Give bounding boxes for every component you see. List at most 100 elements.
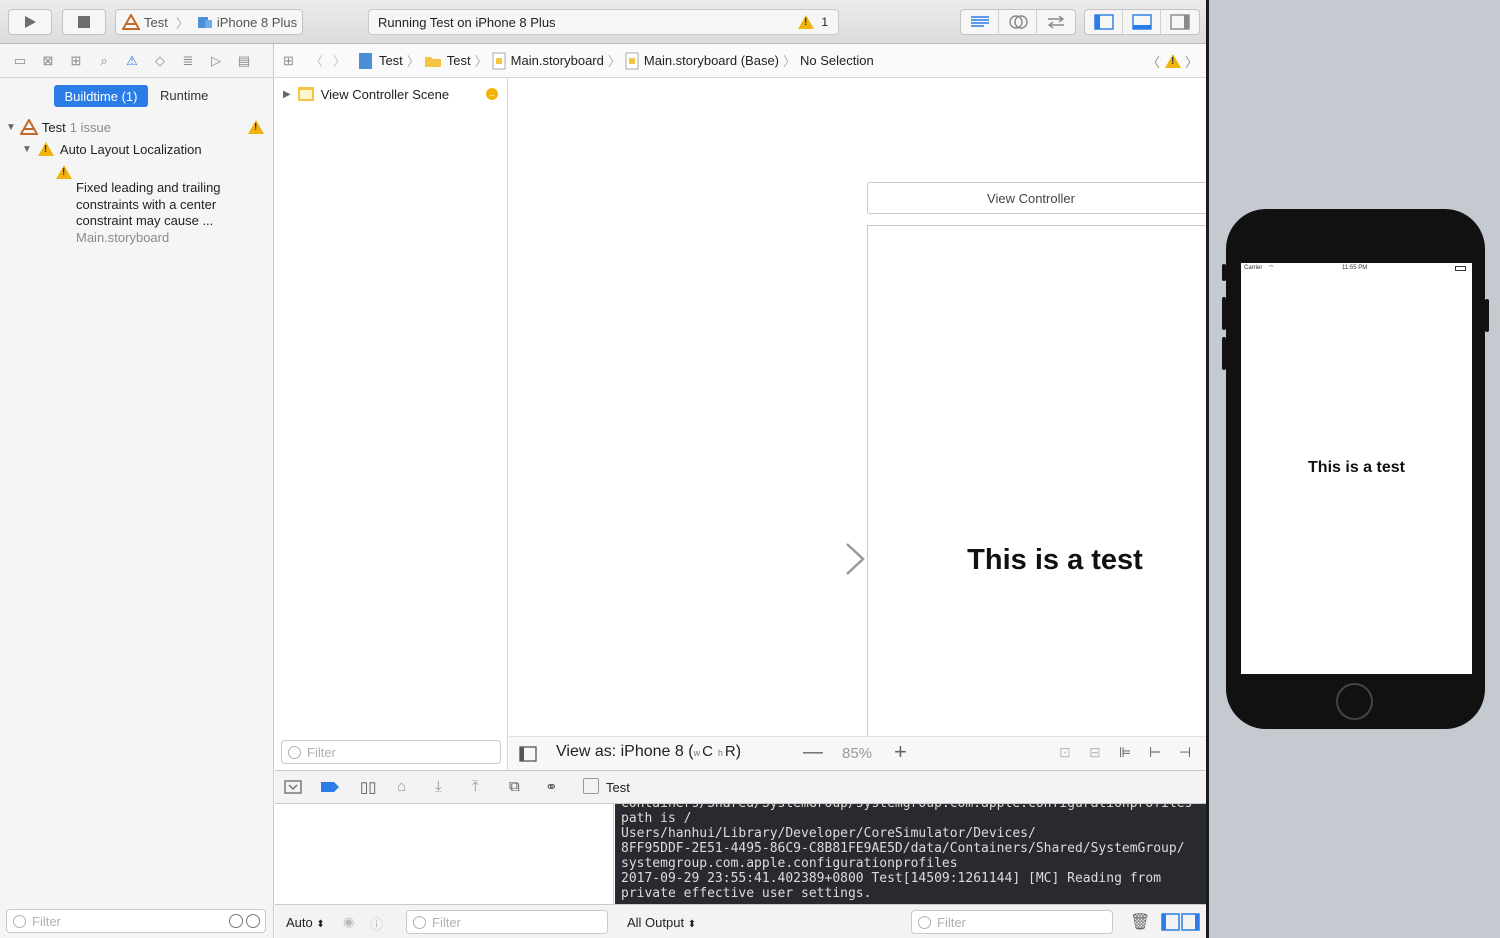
window-divider xyxy=(1206,0,1209,938)
issue-item[interactable]: Fixed leading and trailing constraints w… xyxy=(56,163,256,246)
chevron-right-icon: 〉 xyxy=(406,54,420,69)
toggle-utilities-button[interactable] xyxy=(1161,10,1199,34)
view-controller-view[interactable]: This is a test xyxy=(867,225,1208,736)
zoom-in-button[interactable]: + xyxy=(894,739,907,765)
breadcrumb-selection[interactable]: No Selection xyxy=(800,53,874,68)
warning-icon[interactable] xyxy=(1165,54,1181,68)
breadcrumb-storyboard[interactable]: Main.storyboard xyxy=(511,53,604,68)
storyboard-canvas[interactable]: View Controller This is a test xyxy=(509,78,1208,736)
breadcrumb-group[interactable]: Test xyxy=(447,53,471,68)
auto-selector[interactable]: Auto ⬍ xyxy=(286,915,325,930)
align-icon[interactable]: ⊫ xyxy=(1119,744,1131,761)
step-into-icon[interactable]: ⤓ xyxy=(435,778,442,795)
console-output[interactable]: Containers/Shared/SystemGroup/systemgrou… xyxy=(615,804,1208,904)
chevron-right-icon: 〉 xyxy=(607,54,621,69)
assistant-editor-button[interactable] xyxy=(999,10,1037,34)
stop-button[interactable] xyxy=(62,9,106,35)
toggle-navigator-button[interactable] xyxy=(1085,10,1123,34)
split-view-toggle-icon[interactable] xyxy=(1161,913,1201,931)
breakpoint-icon[interactable]: ▷ xyxy=(206,51,226,71)
debug-footer: Auto ⬍ ◉ ⓘ Filter All Output ⬍ Filter 🗑 xyxy=(275,904,1208,938)
view-controller-titlebar[interactable]: View Controller xyxy=(867,182,1208,214)
left-panel-icon xyxy=(1093,14,1114,30)
step-out-icon[interactable]: ⤒ xyxy=(472,778,479,795)
storyboard-file-icon xyxy=(625,52,639,69)
forward-arrow-icon[interactable]: 〉 xyxy=(333,51,346,70)
pause-icon[interactable]: ▯▯ xyxy=(360,778,377,796)
step-over-icon[interactable]: ⌂ xyxy=(397,778,406,795)
scene-row[interactable]: ▶ View Controller Scene → xyxy=(283,85,503,103)
filter-placeholder: Filter xyxy=(937,914,966,930)
panel-toggle-control xyxy=(1084,9,1200,35)
next-issue-icon[interactable]: 〉 xyxy=(1185,52,1198,71)
filter-icon xyxy=(288,745,301,759)
view-debugger-icon[interactable]: ⧉ xyxy=(509,778,520,795)
embed-in-stack-icon[interactable]: ⊟ xyxy=(1089,744,1101,761)
source-control-icon[interactable]: ⊠ xyxy=(38,51,58,71)
project-issue-count: 1 issue xyxy=(69,119,111,135)
issue-group-row[interactable]: ▼ Auto Layout Localization xyxy=(22,139,262,159)
output-selector[interactable]: All Output ⬍ xyxy=(627,915,696,930)
disclosure-open-icon[interactable]: ▼ xyxy=(6,122,16,133)
test-label[interactable]: This is a test xyxy=(868,544,1208,577)
console-filter-field[interactable]: Filter xyxy=(911,910,1113,934)
debug-icon[interactable]: ≣ xyxy=(178,51,198,71)
filter-placeholder: Filter xyxy=(32,913,61,929)
breakpoints-toggle-icon[interactable] xyxy=(320,781,340,793)
eye-icon[interactable]: ◉ xyxy=(343,914,354,930)
back-arrow-icon[interactable]: 〈 xyxy=(310,51,323,70)
tab-runtime[interactable]: Runtime xyxy=(160,88,208,103)
warning-count[interactable]: 1 xyxy=(821,15,828,29)
breadcrumb-storyboard-base[interactable]: Main.storyboard (Base) xyxy=(644,53,779,68)
issue-file: Main.storyboard xyxy=(76,229,170,245)
home-button[interactable] xyxy=(1336,683,1373,720)
issue-project-row[interactable]: ▼ Test 1 issue xyxy=(6,117,266,137)
warning-filter-icon[interactable] xyxy=(246,914,260,928)
hierarchy-icon[interactable]: ⊞ xyxy=(66,51,86,71)
zoom-out-button[interactable]: — xyxy=(803,741,823,764)
console-line: 2017-09-29 23:55:41.402389+0800 Test[145… xyxy=(621,871,1162,886)
up-down-chevron-icon: ⬍ xyxy=(316,919,325,930)
memory-graph-icon[interactable]: ⚭ xyxy=(545,778,558,796)
folder-icon[interactable]: ▭ xyxy=(10,51,30,71)
variables-filter-field[interactable]: Filter xyxy=(406,910,608,934)
scheme-selector[interactable]: Test 〉 iPhone 8 Plus xyxy=(115,9,303,35)
disclosure-open-icon[interactable]: ▼ xyxy=(22,144,32,155)
breadcrumb-project[interactable]: Test xyxy=(379,53,403,68)
resolve-issues-icon[interactable]: ⊣ xyxy=(1179,744,1191,761)
related-items-icon[interactable]: ⊞ xyxy=(283,53,294,69)
add-constraints-icon[interactable]: ⊢ xyxy=(1149,744,1161,761)
debug-target-label[interactable]: Test xyxy=(606,780,630,795)
report-icon[interactable]: ▤ xyxy=(234,51,254,71)
variables-view xyxy=(275,804,614,904)
previous-issue-icon[interactable]: 〈 xyxy=(1147,52,1160,71)
project-name: Test xyxy=(41,119,66,135)
tab-buildtime[interactable]: Buildtime (1) xyxy=(54,85,148,107)
update-frames-icon[interactable]: ⊡ xyxy=(1059,744,1071,761)
simulator-screen[interactable]: Carrier ⌔ 11:55 PM This is a test xyxy=(1241,263,1472,674)
outline-toggle-icon[interactable] xyxy=(519,746,537,762)
hide-debug-area-icon[interactable] xyxy=(284,780,302,794)
initial-view-controller-arrow-icon[interactable] xyxy=(767,542,867,576)
activity-viewer: Running Test on iPhone 8 Plus 1 xyxy=(368,9,839,35)
arrow-indicator-icon[interactable]: → xyxy=(486,88,498,100)
document-outline: ▶ View Controller Scene → Filter xyxy=(275,78,508,770)
toggle-debug-button[interactable] xyxy=(1123,10,1161,34)
version-editor-button[interactable] xyxy=(1037,10,1075,34)
standard-editor-button[interactable] xyxy=(961,10,999,34)
volume-up-button xyxy=(1222,297,1226,330)
clock-icon[interactable] xyxy=(229,914,243,928)
filter-icon xyxy=(13,914,26,928)
trash-icon[interactable]: 🗑 xyxy=(1130,912,1150,932)
test-icon[interactable]: ◇ xyxy=(150,51,170,71)
filter-placeholder: Filter xyxy=(432,914,461,930)
search-icon[interactable]: ⌕ xyxy=(94,51,114,71)
run-button[interactable] xyxy=(8,9,52,35)
issue-navigator-icon[interactable]: ⚠ xyxy=(122,51,142,71)
view-as-button[interactable]: View as: iPhone 8 ( w C h R ) xyxy=(556,743,741,761)
info-icon[interactable]: ⓘ xyxy=(370,914,383,933)
view-controller-title: View Controller xyxy=(987,190,1075,206)
navigator-filter-field[interactable]: Filter xyxy=(6,909,266,933)
outline-filter-field[interactable]: Filter xyxy=(281,740,501,764)
disclosure-closed-icon[interactable]: ▶ xyxy=(283,89,291,100)
